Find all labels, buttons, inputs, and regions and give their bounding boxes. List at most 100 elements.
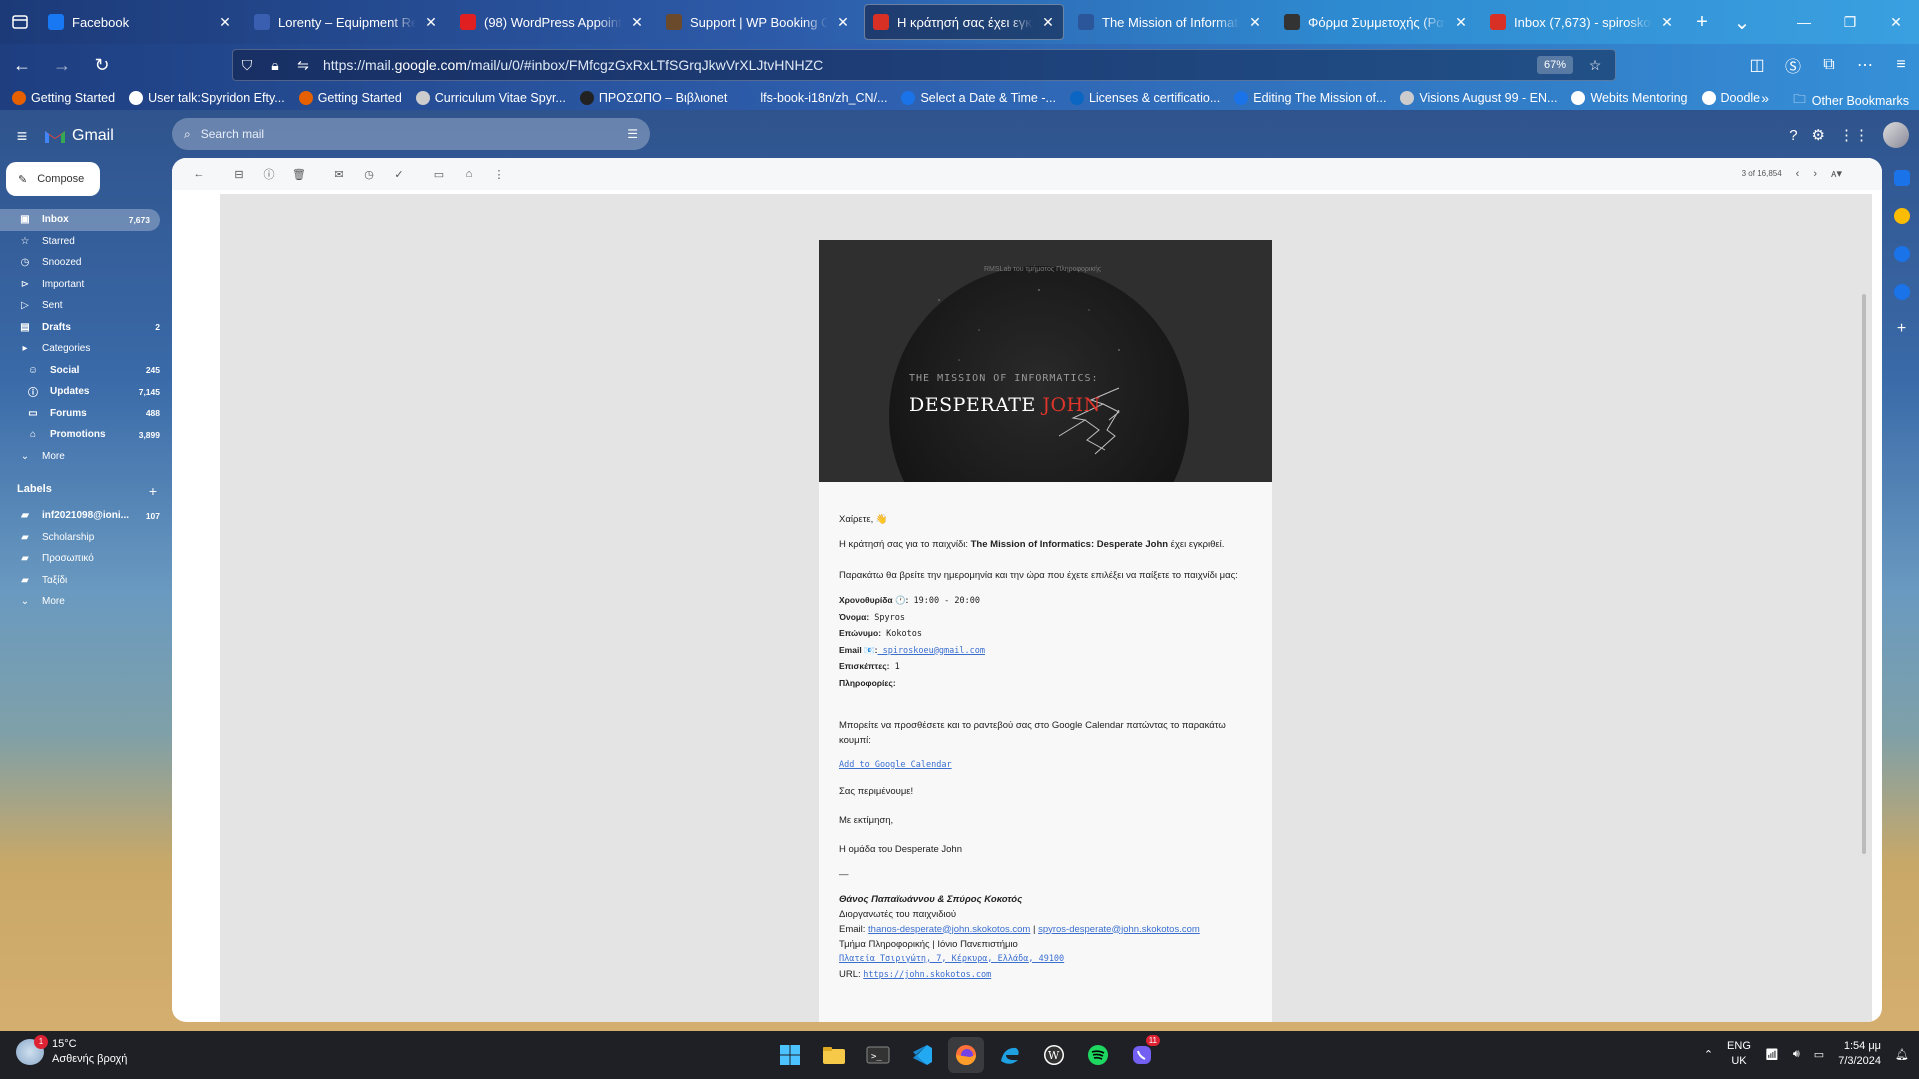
- add-addon-icon[interactable]: +: [1894, 321, 1910, 338]
- more-bookmarks-button[interactable]: »: [1761, 90, 1769, 106]
- pocket-icon[interactable]: ◫: [1739, 55, 1775, 75]
- sidebar-item-more[interactable]: ⌄ More: [0, 446, 170, 468]
- bookmark-item[interactable]: Editing The Mission of...: [1234, 91, 1386, 105]
- organizer-email-2[interactable]: spyros-desperate@john.skokotos.com: [1038, 924, 1200, 935]
- language-switcher[interactable]: ENG UK: [1727, 1039, 1751, 1069]
- bookmark-item[interactable]: lfs-book-i18n/zh_CN/...: [741, 91, 887, 105]
- browser-tab[interactable]: Facebook ✕: [40, 4, 240, 40]
- browser-tab[interactable]: Η κράτησή σας έχει εγκριθεί ✕: [864, 4, 1064, 40]
- search-input[interactable]: Search mail: [201, 127, 628, 141]
- contacts-icon[interactable]: [1893, 284, 1910, 300]
- terminal-icon[interactable]: >_: [860, 1037, 896, 1073]
- sidebar-item-important[interactable]: ⊳ Important: [0, 274, 170, 296]
- settings-gear-icon[interactable]: ⚙: [1812, 126, 1825, 144]
- reload-button[interactable]: ↻: [84, 49, 120, 81]
- sidebar-item-inbox[interactable]: ▣ Inbox 7,673: [0, 209, 160, 231]
- label-item[interactable]: ▰ Ταξίδι: [0, 570, 170, 592]
- labels-more[interactable]: ⌄ More: [0, 591, 170, 613]
- close-tab-icon[interactable]: ✕: [1454, 14, 1468, 31]
- browser-tab[interactable]: Support | WP Booking Calendar ✕: [658, 4, 858, 40]
- sidebar-item-updates[interactable]: ⓘ Updates 7,145: [0, 381, 170, 403]
- report-spam-icon[interactable]: ⓘ: [254, 166, 284, 182]
- bookmark-item[interactable]: Webits Mentoring: [1571, 91, 1688, 105]
- firefox-icon[interactable]: [948, 1037, 984, 1073]
- list-all-tabs-button[interactable]: ⌄: [1722, 10, 1762, 35]
- browser-tab[interactable]: Inbox (7,673) - spiroskoeu@ ✕: [1482, 4, 1682, 40]
- browser-tab[interactable]: Φόρμα Συμμετοχής (Ραντεβού) ✕: [1276, 4, 1476, 40]
- clock[interactable]: 1:54 μμ 7/3/2024: [1838, 1039, 1881, 1069]
- close-tab-icon[interactable]: ✕: [218, 14, 232, 31]
- notifications-bell-icon[interactable]: 🔔︎: [1895, 1048, 1909, 1061]
- delete-icon[interactable]: 🗑︎: [284, 168, 314, 181]
- extensions-icon[interactable]: ⧉: [1811, 56, 1847, 74]
- label-item[interactable]: ▰ inf2021098@ioni... 107: [0, 505, 170, 527]
- sidebar-item-snoozed[interactable]: ◷ Snoozed: [0, 252, 170, 274]
- forward-button[interactable]: →: [44, 49, 80, 81]
- close-tab-icon[interactable]: ✕: [1248, 14, 1262, 31]
- label-item[interactable]: ▰ Προσωπικό: [0, 548, 170, 570]
- close-tab-icon[interactable]: ✕: [630, 14, 644, 31]
- bookmark-item[interactable]: Getting Started: [12, 91, 115, 105]
- tracking-protection-icon[interactable]: ⛉: [233, 57, 261, 74]
- move-to-icon[interactable]: ▭: [424, 168, 454, 181]
- browser-tab[interactable]: Lorenty – Equipment Rental ✕: [246, 4, 446, 40]
- search-icon[interactable]: ⌕: [184, 127, 191, 142]
- vscode-icon[interactable]: [904, 1037, 940, 1073]
- back-to-inbox-icon[interactable]: ←: [184, 168, 214, 180]
- bookmark-item[interactable]: Curriculum Vitae Spyr...: [415, 91, 566, 105]
- permissions-icon[interactable]: ⇋: [289, 57, 317, 74]
- weather-widget[interactable]: 1 15°C Ασθενής βροχή: [16, 1035, 127, 1067]
- zoom-indicator[interactable]: 67%: [1536, 56, 1573, 74]
- bookmark-item[interactable]: Select a Date & Time -...: [901, 91, 1056, 105]
- main-menu-icon[interactable]: ≡: [0, 126, 44, 147]
- search-bar[interactable]: ⌕ Search mail ☰: [172, 118, 650, 150]
- tasks-icon[interactable]: [1893, 246, 1910, 262]
- website-link[interactable]: https://john.skokotos.com: [863, 970, 991, 980]
- edge-icon[interactable]: [992, 1037, 1028, 1073]
- spotify-icon[interactable]: [1080, 1037, 1116, 1073]
- keep-icon[interactable]: [1893, 208, 1910, 224]
- labels-icon[interactable]: ⌂: [454, 168, 484, 180]
- back-button[interactable]: ←: [4, 49, 40, 81]
- lock-icon[interactable]: 🔒︎: [261, 57, 289, 74]
- sidebar-item-forums[interactable]: ▭ Forums 488: [0, 403, 170, 425]
- bookmark-item[interactable]: Licenses & certificatio...: [1069, 91, 1220, 105]
- url-text[interactable]: https://mail.google.com/mail/u/0/#inbox/…: [323, 57, 1537, 73]
- bookmark-item[interactable]: User talk:Spyridon Efty...: [129, 91, 285, 105]
- add-task-icon[interactable]: ✓: [384, 168, 414, 181]
- bookmark-star-icon[interactable]: ☆: [1581, 57, 1609, 74]
- bookmark-item[interactable]: Doodle: [1701, 91, 1760, 105]
- booking-email-link[interactable]: spiroskoeu@gmail.com: [877, 646, 985, 656]
- search-options-icon[interactable]: ☰: [627, 127, 638, 141]
- scrollbar[interactable]: [1862, 294, 1866, 854]
- bookmark-item[interactable]: Getting Started: [298, 91, 402, 105]
- address-link[interactable]: Πλατεία Τσιριγώτη, 7, Κέρκυρα, Ελλάδα, 4…: [839, 954, 1064, 964]
- wifi-icon[interactable]: 📶︎: [1765, 1048, 1779, 1061]
- account-icon[interactable]: Ⓢ: [1775, 53, 1811, 77]
- sidebar-item-categories[interactable]: ▸ Categories: [0, 338, 170, 360]
- add-to-calendar-link[interactable]: Add to Google Calendar: [839, 760, 952, 770]
- sidebar-item-social[interactable]: ☺ Social 245: [0, 360, 170, 382]
- sidebar-item-sent[interactable]: ▷ Sent: [0, 295, 170, 317]
- mark-unread-icon[interactable]: ✉: [324, 168, 354, 181]
- compose-button[interactable]: ✎ Compose: [6, 162, 100, 196]
- show-hidden-icons-chevron[interactable]: ⌃: [1704, 1048, 1713, 1061]
- close-tab-icon[interactable]: ✕: [836, 14, 850, 31]
- wordpress-icon[interactable]: W: [1036, 1037, 1072, 1073]
- add-label-icon[interactable]: +: [149, 483, 157, 499]
- archive-icon[interactable]: ⊟: [224, 168, 254, 181]
- newer-chevron-icon[interactable]: ‹: [1796, 168, 1800, 180]
- gmail-logo[interactable]: Gmail: [44, 127, 114, 145]
- sidebar-item-promotions[interactable]: ⌂ Promotions 3,899: [0, 424, 170, 446]
- browser-tab[interactable]: (98) WordPress Appointment ✕: [452, 4, 652, 40]
- address-bar[interactable]: ⛉ 🔒︎ ⇋ https://mail.google.com/mail/u/0/…: [232, 49, 1616, 81]
- restore-button[interactable]: ❐: [1827, 0, 1873, 44]
- more-options-icon[interactable]: ⋮: [484, 168, 514, 181]
- organizer-email-1[interactable]: thanos-desperate@john.skokotos.com: [868, 924, 1030, 935]
- avatar[interactable]: [1883, 122, 1909, 148]
- file-explorer-icon[interactable]: [816, 1037, 852, 1073]
- new-tab-button[interactable]: +: [1682, 11, 1722, 34]
- start-button[interactable]: [772, 1037, 808, 1073]
- volume-icon[interactable]: 🔊︎: [1793, 1048, 1800, 1061]
- battery-icon[interactable]: ▭: [1814, 1048, 1824, 1061]
